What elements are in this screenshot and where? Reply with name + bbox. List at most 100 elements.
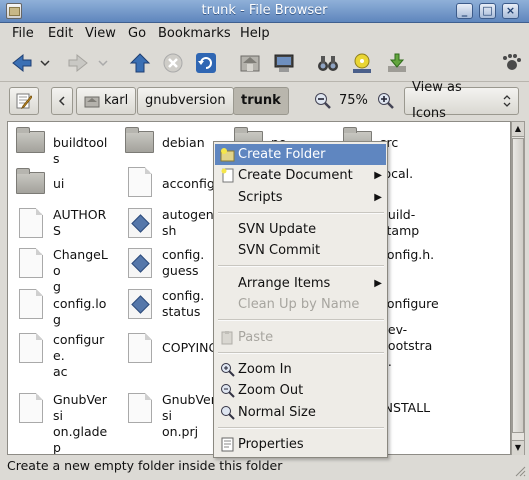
document-icon — [15, 288, 47, 320]
file-label: dev- bootstrap. — [380, 322, 433, 369]
menu-item-arrange-items[interactable]: Arrange Items ▶ — [215, 273, 386, 294]
stop-icon — [163, 53, 183, 73]
file-label: ui — [53, 176, 65, 191]
menu-help[interactable]: Help — [240, 26, 270, 41]
document-icon — [15, 247, 47, 279]
view-mode-select[interactable]: View as Icons — [404, 80, 519, 121]
minimize-button[interactable]: _ — [456, 3, 473, 19]
path-scroll-left-button[interactable] — [51, 87, 73, 115]
menu-item-create-document[interactable]: Create Document ▶ — [215, 165, 386, 186]
path-label: trunk — [241, 93, 281, 108]
zoom-out-button[interactable] — [314, 92, 332, 113]
zoom-in-icon — [378, 93, 394, 109]
back-history-button[interactable] — [38, 51, 52, 75]
updown-arrow-icon — [503, 95, 511, 107]
document-icon — [124, 166, 156, 198]
file-label: configure. ac — [53, 332, 105, 379]
scroll-down-arrow-icon[interactable]: ▼ — [512, 440, 524, 455]
back-button[interactable] — [10, 51, 34, 75]
file-item-acconfig[interactable]: acconfig. — [124, 166, 222, 198]
document-icon — [124, 332, 156, 364]
menu-separator — [218, 352, 384, 354]
chevron-down-icon — [98, 60, 108, 67]
disc-icon — [353, 53, 371, 73]
menu-edit[interactable]: Edit — [48, 26, 73, 41]
menu-separator — [218, 427, 384, 429]
forward-button[interactable] — [66, 51, 90, 75]
menu-view[interactable]: View — [85, 26, 116, 41]
activity-throbber — [499, 51, 523, 75]
file-item-gnubversion-gladep[interactable]: GnubVersi on.gladep — [15, 392, 113, 454]
submenu-arrow-icon: ▶ — [374, 278, 382, 289]
download-button[interactable] — [385, 51, 409, 75]
zoom-level[interactable]: 75% — [339, 93, 368, 108]
up-arrow-icon — [129, 53, 151, 73]
zoom-in-button[interactable] — [377, 92, 395, 113]
menu-item-scripts[interactable]: Scripts ▶ — [215, 187, 386, 208]
file-item-copying[interactable]: COPYING — [124, 332, 222, 364]
forward-history-button[interactable] — [96, 51, 110, 75]
file-item-authors[interactable]: AUTHOR S — [15, 207, 113, 239]
back-arrow-icon — [12, 53, 32, 73]
zoom-out-icon — [315, 93, 331, 109]
path-label: karl — [104, 93, 129, 108]
file-item-debian[interactable]: debian — [124, 125, 222, 157]
menu-separator — [218, 319, 384, 321]
script-icon — [124, 247, 156, 279]
file-item-configure-ac[interactable]: configure. ac — [15, 332, 113, 380]
zoom-in-icon — [221, 363, 235, 377]
menu-item-normal-size[interactable]: Normal Size — [215, 402, 386, 423]
file-item-config-log[interactable]: config.log — [15, 288, 113, 328]
document-icon — [15, 332, 47, 364]
file-item-gnubversion-prj[interactable]: GnubVersi on.prj — [124, 392, 222, 440]
file-item-buildtools[interactable]: buildtools — [15, 125, 113, 167]
menu-separator — [218, 212, 384, 214]
menu-separator — [218, 265, 384, 267]
file-item-config-status[interactable]: config. status — [124, 288, 222, 320]
home-icon — [240, 55, 260, 72]
menu-file[interactable]: File — [12, 26, 34, 41]
home-button[interactable] — [238, 51, 262, 75]
menu-item-create-folder[interactable]: Create Folder — [215, 144, 386, 165]
path-button-trunk[interactable]: trunk — [233, 87, 289, 115]
up-button[interactable] — [128, 51, 152, 75]
close-button[interactable]: × — [502, 3, 519, 19]
computer-button[interactable] — [272, 51, 296, 75]
scroll-thumb[interactable] — [512, 138, 524, 433]
reload-button[interactable] — [194, 51, 218, 75]
path-button-karl[interactable]: karl — [76, 87, 137, 115]
menu-item-zoom-out[interactable]: Zoom Out — [215, 380, 386, 401]
view-mode-value: View as Icons — [412, 80, 462, 121]
chevron-down-icon — [40, 60, 50, 67]
title-bar[interactable]: trunk - File Browser _ □ × — [0, 0, 529, 23]
document-icon — [15, 392, 47, 424]
zoom-normal-icon — [221, 406, 235, 420]
file-item-autogen[interactable]: autogen. sh — [124, 207, 222, 239]
document-icon — [124, 392, 156, 424]
search-button[interactable] — [316, 51, 340, 75]
script-icon — [124, 288, 156, 320]
menu-go[interactable]: Go — [128, 26, 146, 41]
location-bar: karl gnubversion trunk 75% View as Icons — [0, 80, 529, 121]
file-item-ui[interactable]: ui — [15, 166, 113, 198]
stop-button[interactable] — [161, 51, 185, 75]
file-label: config.log — [53, 296, 107, 327]
computer-icon — [274, 54, 294, 72]
resize-grip-icon[interactable] — [514, 465, 526, 477]
cd-burner-button[interactable] — [350, 51, 374, 75]
menu-bookmarks[interactable]: Bookmarks — [158, 26, 231, 41]
scroll-up-arrow-icon[interactable]: ▲ — [512, 122, 524, 137]
maximize-button[interactable]: □ — [479, 3, 496, 19]
menu-item-svn-commit[interactable]: SVN Commit — [215, 240, 386, 261]
vertical-scrollbar[interactable]: ▲ ▼ — [511, 121, 525, 455]
file-label: AUTHOR S — [53, 207, 107, 238]
path-button-gnubversion[interactable]: gnubversion — [137, 87, 234, 115]
menu-item-zoom-in[interactable]: Zoom In — [215, 359, 386, 380]
menu-item-properties[interactable]: Properties — [215, 434, 386, 455]
file-label: build- stamp — [380, 207, 420, 238]
new-document-icon — [221, 168, 234, 183]
menu-item-svn-update[interactable]: SVN Update — [215, 219, 386, 240]
folder-icon — [15, 166, 47, 198]
file-item-config-guess[interactable]: config. guess — [124, 247, 222, 279]
toggle-location-button[interactable] — [9, 87, 39, 115]
